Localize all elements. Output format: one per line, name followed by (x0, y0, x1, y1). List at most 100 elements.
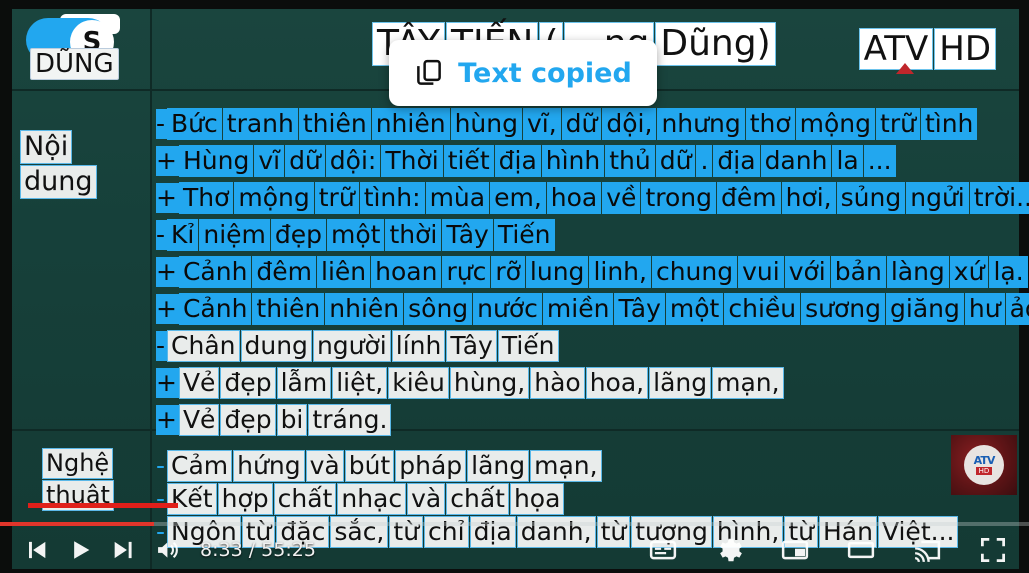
word-token[interactable]: sủng (836, 182, 906, 214)
word-token[interactable]: la (832, 145, 863, 177)
slide-text-line[interactable]: + Thơ mộng trữ tình: mùa em, hoa về trong đêm hơi,… (156, 182, 1029, 215)
previous-icon[interactable] (14, 528, 58, 572)
word-token[interactable]: đêm (716, 182, 781, 214)
word-token[interactable]: hoan (371, 256, 442, 288)
word-token[interactable]: Hùng (178, 145, 254, 177)
word-token[interactable]: bi (276, 404, 308, 436)
word-token[interactable]: Thơ (178, 182, 234, 214)
word-token[interactable]: hoa, (585, 367, 649, 399)
word-token[interactable]: Tiến (497, 330, 559, 362)
word-token[interactable]: vĩ (254, 145, 285, 177)
word-token[interactable]: làng (886, 256, 949, 288)
word-token[interactable]: nhạc (337, 483, 407, 515)
word-token[interactable]: đẹp (220, 404, 276, 436)
fullscreen-icon[interactable] (971, 528, 1015, 572)
word-token[interactable]: hào (530, 367, 585, 399)
word-token[interactable]: Tây (614, 293, 665, 325)
word-token[interactable]: mạn, (530, 450, 602, 482)
word-token[interactable]: chất (273, 483, 337, 515)
word-token[interactable]: lãng (649, 367, 712, 399)
slide-text-line[interactable]: - Kỉ niệm đẹp một thời Tây Tiến (156, 219, 556, 252)
word-token[interactable]: trời... (969, 182, 1029, 214)
word-token[interactable]: bản (830, 256, 886, 288)
word-token[interactable]: sông (404, 293, 473, 325)
play-icon[interactable] (58, 528, 102, 572)
word-token[interactable]: Nội (20, 130, 73, 164)
word-token[interactable]: Kết (167, 483, 217, 515)
word-token[interactable]: với (784, 256, 830, 288)
word-token[interactable]: địa (494, 145, 541, 177)
word-token[interactable]: HD (934, 28, 996, 70)
word-token[interactable]: dữ (655, 145, 696, 177)
word-token[interactable]: Vẻ (178, 404, 220, 436)
word-token[interactable]: liên (317, 256, 371, 288)
word-token[interactable]: xứ (949, 256, 989, 288)
word-token[interactable]: dữ (285, 145, 325, 177)
word-token[interactable]: và (407, 483, 446, 515)
word-token[interactable]: nhiên (371, 108, 450, 140)
word-token[interactable]: ngửi (906, 182, 969, 214)
word-token[interactable]: Thời (381, 145, 443, 177)
word-token[interactable]: giăng (886, 293, 964, 325)
word-token[interactable]: hoa (546, 182, 602, 214)
word-token[interactable]: hợp (217, 483, 273, 515)
word-token[interactable]: nhưng (657, 108, 745, 140)
word-token[interactable]: người (312, 330, 391, 362)
word-token[interactable]: hứng (233, 450, 305, 482)
word-token[interactable]: lính (391, 330, 446, 362)
slide-text-line[interactable]: - Bức tranh thiên nhiên hùng vĩ, dữ dội, nhưng th… (156, 108, 978, 141)
next-icon[interactable] (102, 528, 146, 572)
word-token[interactable]: lãng (467, 450, 530, 482)
word-token[interactable]: thiên (298, 108, 371, 140)
word-token[interactable]: vui (738, 256, 784, 288)
word-token[interactable]: về (602, 182, 641, 214)
word-token[interactable]: hư (964, 293, 1005, 325)
word-token[interactable]: lạ. (989, 256, 1028, 288)
slide-text-line[interactable]: - Cảm hứng và bút pháp lãng mạn, (156, 450, 603, 483)
word-token[interactable]: tiết (443, 145, 494, 177)
slide-text-line[interactable]: + Vẻ đẹp bi tráng. (156, 404, 392, 437)
word-token[interactable]: dội: (325, 145, 381, 177)
word-token[interactable]: lung (525, 256, 589, 288)
word-token[interactable]: pháp (395, 450, 467, 482)
word-token[interactable]: linh, (589, 256, 651, 288)
word-token[interactable]: Cảm (167, 450, 233, 482)
word-token[interactable]: Cảnh (178, 256, 252, 288)
word-token[interactable]: kiêu (388, 367, 449, 399)
slide-text-line[interactable]: + Cảnh đêm liên hoan rực rỡ lung linh, chung vui v… (156, 256, 1029, 289)
volume-icon[interactable] (146, 528, 190, 572)
word-token[interactable]: bút (344, 450, 395, 482)
word-token[interactable]: liệt, (332, 367, 388, 399)
word-token[interactable]: Bức (167, 108, 222, 140)
word-token[interactable]: đẹp (270, 219, 327, 251)
word-token[interactable]: thơ (745, 108, 795, 140)
word-token[interactable]: Dũng) (655, 22, 776, 66)
word-token[interactable]: địa (713, 145, 760, 177)
word-token[interactable]: hình (541, 145, 605, 177)
word-token[interactable]: dung (20, 165, 97, 199)
word-token[interactable]: một (665, 293, 724, 325)
word-token[interactable]: em, (490, 182, 546, 214)
word-token[interactable]: tráng. (308, 404, 392, 436)
word-token[interactable]: Nghệ (42, 448, 114, 479)
word-token[interactable]: vĩ, (522, 108, 561, 140)
cast-icon[interactable] (905, 528, 949, 572)
word-token[interactable]: trữ (314, 182, 359, 214)
word-token[interactable]: trong (641, 182, 716, 214)
word-token[interactable]: tình (920, 108, 978, 140)
word-token[interactable]: thủ (605, 145, 655, 177)
word-token[interactable]: thiên (252, 293, 325, 325)
slide-text-line[interactable]: + Cảnh thiên nhiên sông nước miền Tây một chiều s… (156, 293, 1029, 326)
word-token[interactable]: niệm (199, 219, 270, 251)
word-token[interactable]: tình: (359, 182, 425, 214)
slide-text-line[interactable]: - Kết hợp chất nhạc và chất họa (156, 483, 565, 516)
word-token[interactable]: chung (651, 256, 738, 288)
word-token[interactable]: mộng (795, 108, 876, 140)
word-token[interactable]: chiều (724, 293, 801, 325)
miniplayer-icon[interactable] (773, 528, 817, 572)
word-token[interactable]: dữ (561, 108, 602, 140)
word-token[interactable]: và (305, 450, 344, 482)
word-token[interactable]: hùng, (449, 367, 530, 399)
word-token[interactable]: ảo. (1005, 293, 1029, 325)
word-token[interactable]: ... (863, 145, 896, 177)
